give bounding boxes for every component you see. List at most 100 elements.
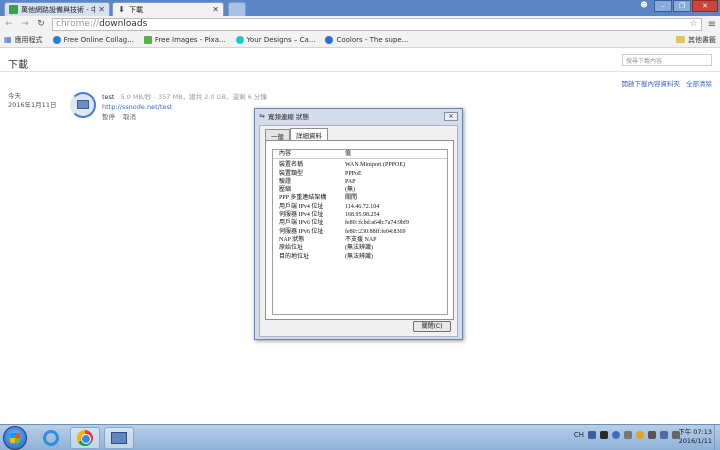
row-value: 168.95.98.254	[345, 212, 380, 219]
close-window-button[interactable]: ✕	[692, 0, 718, 12]
keyboard-icon[interactable]	[588, 431, 596, 439]
row-property: 裝置名稱	[279, 162, 304, 169]
notification-icon[interactable]	[636, 431, 644, 439]
bookmark-favicon-icon	[325, 35, 334, 44]
table-header: 內容 值	[273, 150, 447, 160]
row-property: 目的地位址	[279, 253, 310, 260]
language-indicator[interactable]: CH	[574, 431, 584, 439]
chrome-icon	[77, 430, 93, 446]
back-arrow-icon[interactable]: ←	[4, 19, 14, 29]
bookmark-label: 應用程式	[14, 35, 43, 44]
search-downloads-input[interactable]: 搜尋下載內容	[622, 54, 712, 66]
dialog-title: 寬頻連線 狀態	[267, 113, 309, 121]
row-value: (無法辨識)	[345, 253, 373, 260]
bookmark-label: Free Online Collag...	[63, 35, 134, 44]
close-button[interactable]: 關閉(C)	[413, 321, 451, 332]
input-method-icon[interactable]	[600, 431, 608, 439]
address-bar[interactable]: chrome://downloads ☆	[52, 17, 702, 31]
url-scheme: chrome://	[56, 19, 100, 29]
bookmark-item[interactable]: Coolors - The supe...	[325, 35, 409, 44]
folder-icon	[676, 36, 685, 43]
bookmark-item[interactable]: Free Images - Pixa...	[143, 35, 226, 44]
download-icon: ⬇	[118, 5, 125, 14]
row-value: fe80::fcbd:a64b:7a74:9bf9	[345, 220, 409, 227]
apps-grid-icon: ▦	[4, 35, 12, 44]
bookmark-label: Coolors - The supe...	[336, 35, 409, 44]
row-value: 114.46.72.104	[345, 203, 380, 210]
row-property: 裝置類型	[279, 170, 304, 177]
tab-downloads[interactable]: ⬇ 下載 ✕	[112, 2, 224, 16]
tab-title: 萬他網路設備與技術 - 中3	[21, 5, 96, 14]
network-icon: ⇋	[259, 112, 265, 120]
help-icon[interactable]	[612, 431, 620, 439]
bookmark-other-folder[interactable]: 其他書籤	[676, 35, 716, 45]
table-row: 原始位址 (無法辨識)	[273, 244, 447, 252]
row-value: (無)	[345, 187, 355, 194]
row-property: 壓縮	[279, 187, 292, 194]
minimize-button[interactable]: –	[654, 0, 672, 12]
network-connections-icon	[111, 432, 127, 444]
clock[interactable]: 下午 07:13 2016/1/11	[678, 428, 712, 446]
dialog-close-icon[interactable]: ✕	[444, 111, 458, 121]
table-row: 驗證 PAP	[273, 178, 447, 186]
download-info: test 5.0 MB/秒 - 357 MB，總共 2.0 GB，還剩 6 分鐘 …	[102, 92, 267, 122]
dialog-titlebar[interactable]: ⇋ 寬頻連線 狀態 ✕	[255, 109, 462, 123]
row-value: 不支援 NAP	[345, 236, 377, 243]
row-property: 用戶端 IPv4 位址	[279, 203, 324, 210]
clear-all-link[interactable]: 全部清除	[686, 78, 712, 88]
table-row: NAP 狀態 不支援 NAP	[273, 236, 447, 244]
cancel-button[interactable]: 取消	[123, 113, 136, 121]
menu-icon[interactable]: ≡	[708, 19, 716, 30]
pause-button[interactable]: 暫停	[102, 113, 115, 121]
restore-button[interactable]: ❐	[673, 0, 691, 12]
row-property: 伺服器 IPv6 位址	[279, 228, 324, 235]
dialog-body: 一般 詳細資料 內容 值 裝置名稱 WAN Miniport (PPPOE) 裝置類…	[259, 125, 458, 337]
table-row: 裝置名稱 WAN Miniport (PPPOE)	[273, 161, 447, 169]
row-value: WAN Miniport (PPPOE)	[345, 162, 406, 169]
start-button[interactable]	[3, 426, 27, 450]
table-row: 伺服器 IPv4 位址 168.95.98.254	[273, 211, 447, 219]
close-tab-icon[interactable]: ✕	[212, 5, 219, 14]
taskbar-network[interactable]	[104, 427, 134, 449]
settings-icon[interactable]	[624, 431, 632, 439]
table-row: 裝置類型 PPPoE	[273, 170, 447, 178]
bookmarks-bar: ▦ 應用程式 Free Online Collag... Free Images …	[0, 32, 720, 48]
row-value: fe80::230:88ff:fe04:8369	[345, 228, 406, 235]
tab-strip: 萬他網路設備與技術 - 中3 ✕ ⬇ 下載 ✕ ☻ – ❐ ✕	[0, 0, 720, 16]
bookmark-apps[interactable]: ▦ 應用程式	[4, 35, 43, 45]
flag-icon[interactable]	[648, 431, 656, 439]
close-tab-icon[interactable]: ✕	[98, 5, 105, 14]
toolbar: ← → ↻ chrome://downloads ☆ ≡	[0, 16, 720, 32]
user-icon[interactable]: ☻	[635, 0, 653, 12]
reload-icon[interactable]: ↻	[36, 19, 46, 29]
site-favicon-icon	[9, 5, 18, 14]
system-tray: CH	[574, 431, 680, 439]
bookmark-star-icon[interactable]: ☆	[690, 19, 698, 29]
connection-status-dialog: ⇋ 寬頻連線 狀態 ✕ 一般 詳細資料 內容 值 裝置名稱 WAN Minipor…	[254, 108, 463, 340]
forward-arrow-icon[interactable]: →	[20, 19, 30, 29]
table-row: 目的地位址 (無法辨識)	[273, 253, 447, 261]
row-value: (無法辨識)	[345, 245, 373, 252]
network-tray-icon[interactable]	[660, 431, 668, 439]
download-progress-text: 5.0 MB/秒 - 357 MB，總共 2.0 GB，還剩 6 分鐘	[120, 93, 267, 101]
tab-title: 下載	[129, 5, 143, 14]
clock-time: 下午 07:13	[678, 428, 712, 436]
new-tab-button[interactable]	[228, 2, 246, 16]
download-url[interactable]: http://ssnode.net/test	[102, 102, 267, 112]
show-desktop-button[interactable]	[714, 425, 720, 450]
taskbar-ie[interactable]	[36, 427, 66, 449]
internet-explorer-icon	[43, 430, 59, 446]
file-name[interactable]: test	[102, 93, 114, 101]
bookmark-favicon-icon	[52, 35, 61, 44]
table-row: 用戶端 IPv4 位址 114.46.72.104	[273, 203, 447, 211]
row-value: PAP	[345, 178, 356, 185]
bookmark-item[interactable]: Free Online Collag...	[52, 35, 134, 44]
tab-network-equipment[interactable]: 萬他網路設備與技術 - 中3 ✕	[4, 2, 110, 16]
bookmark-item[interactable]: Your Designs – Ca...	[235, 35, 315, 44]
table-row: PPP 多重連結架構 關閉	[273, 194, 447, 202]
taskbar-chrome[interactable]	[70, 427, 100, 449]
open-downloads-folder-link[interactable]: 開啟下載內容資料夾	[622, 78, 681, 88]
date-full: 2016年1月11日	[8, 101, 57, 109]
date-today: 今天	[8, 92, 21, 100]
row-property: 用戶端 IPv6 位址	[279, 220, 324, 227]
